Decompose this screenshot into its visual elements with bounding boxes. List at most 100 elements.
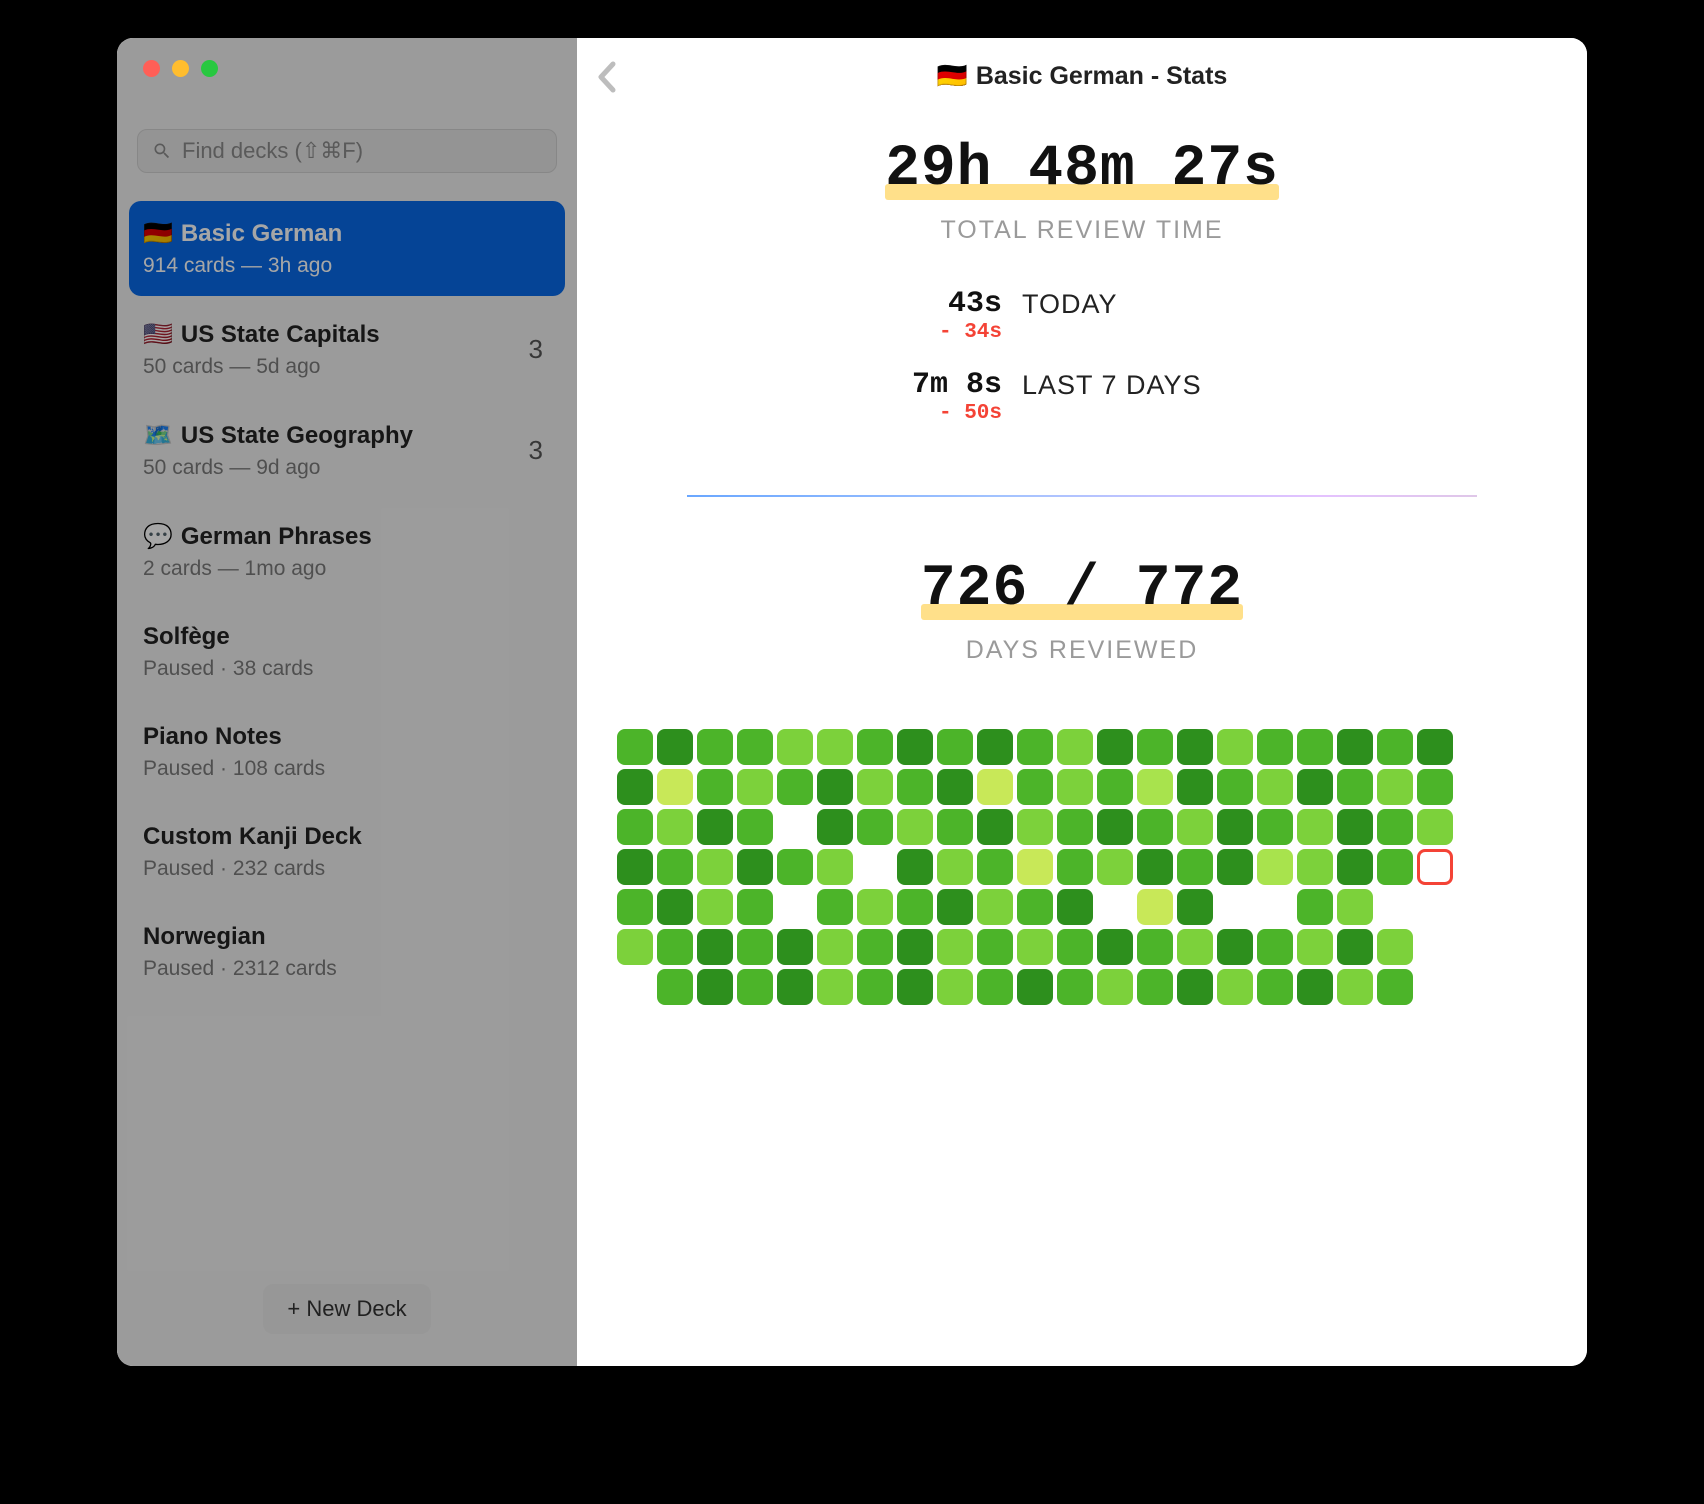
heatmap-cell[interactable] — [937, 969, 973, 1005]
heatmap-cell[interactable] — [697, 769, 733, 805]
heatmap-cell[interactable] — [737, 769, 773, 805]
heatmap-cell[interactable] — [1417, 729, 1453, 765]
heatmap-cell[interactable] — [737, 809, 773, 845]
heatmap-cell[interactable] — [737, 889, 773, 925]
heatmap-cell[interactable] — [817, 769, 853, 805]
heatmap-cell[interactable] — [937, 929, 973, 965]
heatmap-cell[interactable] — [817, 969, 853, 1005]
heatmap-cell[interactable] — [1017, 849, 1053, 885]
heatmap-cell[interactable] — [977, 969, 1013, 1005]
heatmap-cell[interactable] — [697, 889, 733, 925]
heatmap-cell[interactable] — [657, 809, 693, 845]
heatmap-cell[interactable] — [817, 849, 853, 885]
heatmap-cell[interactable] — [617, 769, 653, 805]
heatmap-cell[interactable] — [1057, 969, 1093, 1005]
heatmap-cell[interactable] — [897, 929, 933, 965]
heatmap-cell[interactable] — [817, 929, 853, 965]
heatmap-cell[interactable] — [1377, 729, 1413, 765]
heatmap-cell[interactable] — [1137, 929, 1173, 965]
heatmap-cell[interactable] — [1337, 809, 1373, 845]
deck-item[interactable]: SolfègePaused · 38 cards — [129, 605, 565, 699]
heatmap-cell[interactable] — [617, 729, 653, 765]
heatmap-cell[interactable] — [1417, 809, 1453, 845]
heatmap-cell[interactable] — [897, 849, 933, 885]
heatmap-cell[interactable] — [657, 889, 693, 925]
heatmap-cell[interactable] — [1377, 769, 1413, 805]
heatmap-cell[interactable] — [737, 929, 773, 965]
heatmap-cell[interactable] — [1377, 849, 1413, 885]
minimize-window-button[interactable] — [172, 60, 189, 77]
heatmap-cell[interactable] — [1017, 929, 1053, 965]
deck-item[interactable]: 🇩🇪Basic German914 cards — 3h ago — [129, 201, 565, 296]
heatmap-cell[interactable] — [1297, 769, 1333, 805]
heatmap-cell[interactable] — [1097, 849, 1133, 885]
heatmap-cell[interactable] — [817, 889, 853, 925]
deck-item[interactable]: Piano NotesPaused · 108 cards — [129, 705, 565, 799]
heatmap-cell[interactable] — [937, 769, 973, 805]
heatmap-cell[interactable] — [897, 969, 933, 1005]
heatmap-cell[interactable] — [1337, 729, 1373, 765]
heatmap-cell[interactable] — [857, 889, 893, 925]
heatmap-cell[interactable] — [1377, 889, 1413, 925]
heatmap-cell[interactable] — [897, 889, 933, 925]
heatmap-cell[interactable] — [937, 889, 973, 925]
heatmap-cell[interactable] — [977, 729, 1013, 765]
heatmap-cell[interactable] — [697, 849, 733, 885]
heatmap-cell[interactable] — [1337, 889, 1373, 925]
heatmap-cell[interactable] — [857, 849, 893, 885]
heatmap-cell[interactable] — [777, 929, 813, 965]
heatmap-cell[interactable] — [1257, 889, 1293, 925]
heatmap-cell[interactable] — [1017, 729, 1053, 765]
heatmap-cell[interactable] — [777, 729, 813, 765]
heatmap-cell[interactable] — [617, 889, 653, 925]
heatmap-cell[interactable] — [937, 849, 973, 885]
heatmap-cell[interactable] — [897, 729, 933, 765]
heatmap-cell[interactable] — [1217, 729, 1253, 765]
heatmap-cell[interactable] — [1257, 769, 1293, 805]
heatmap-cell[interactable] — [617, 969, 653, 1005]
heatmap-cell[interactable] — [1057, 889, 1093, 925]
heatmap-cell[interactable] — [1097, 729, 1133, 765]
heatmap-cell[interactable] — [1257, 929, 1293, 965]
heatmap-cell[interactable] — [1217, 809, 1253, 845]
heatmap-cell[interactable] — [617, 809, 653, 845]
heatmap-cell[interactable] — [657, 929, 693, 965]
heatmap-cell[interactable] — [977, 809, 1013, 845]
heatmap-cell[interactable] — [1417, 769, 1453, 805]
close-window-button[interactable] — [143, 60, 160, 77]
heatmap-cell[interactable] — [657, 969, 693, 1005]
heatmap-cell[interactable] — [1057, 769, 1093, 805]
heatmap-cell[interactable] — [1097, 969, 1133, 1005]
heatmap-cell[interactable] — [1177, 929, 1213, 965]
heatmap-cell[interactable] — [1217, 889, 1253, 925]
heatmap-cell[interactable] — [697, 929, 733, 965]
heatmap-cell[interactable] — [817, 729, 853, 765]
heatmap-cell[interactable] — [1337, 769, 1373, 805]
heatmap-cell[interactable] — [657, 729, 693, 765]
heatmap-cell[interactable] — [1217, 769, 1253, 805]
heatmap-cell[interactable] — [1097, 929, 1133, 965]
new-deck-button[interactable]: + New Deck — [263, 1284, 430, 1334]
heatmap-cell[interactable] — [857, 769, 893, 805]
heatmap-cell[interactable] — [977, 849, 1013, 885]
heatmap-cell[interactable] — [1257, 969, 1293, 1005]
heatmap-cell[interactable] — [1377, 969, 1413, 1005]
heatmap-cell[interactable] — [1137, 969, 1173, 1005]
heatmap-cell[interactable] — [857, 969, 893, 1005]
heatmap-cell[interactable] — [977, 769, 1013, 805]
heatmap-cell[interactable] — [1257, 849, 1293, 885]
heatmap-cell[interactable] — [937, 729, 973, 765]
heatmap-cell[interactable] — [897, 809, 933, 845]
heatmap-cell[interactable] — [617, 849, 653, 885]
heatmap-cell[interactable] — [1137, 889, 1173, 925]
heatmap-cell[interactable] — [1297, 849, 1333, 885]
deck-item[interactable]: 💬German Phrases2 cards — 1mo ago — [129, 504, 565, 599]
heatmap-cell[interactable] — [1337, 929, 1373, 965]
heatmap-cell[interactable] — [697, 809, 733, 845]
heatmap-cell[interactable] — [777, 849, 813, 885]
heatmap-cell[interactable] — [817, 809, 853, 845]
heatmap-cell[interactable] — [857, 929, 893, 965]
heatmap-cell[interactable] — [1337, 849, 1373, 885]
deck-item[interactable]: Custom Kanji DeckPaused · 232 cards — [129, 805, 565, 899]
heatmap-cell[interactable] — [777, 769, 813, 805]
